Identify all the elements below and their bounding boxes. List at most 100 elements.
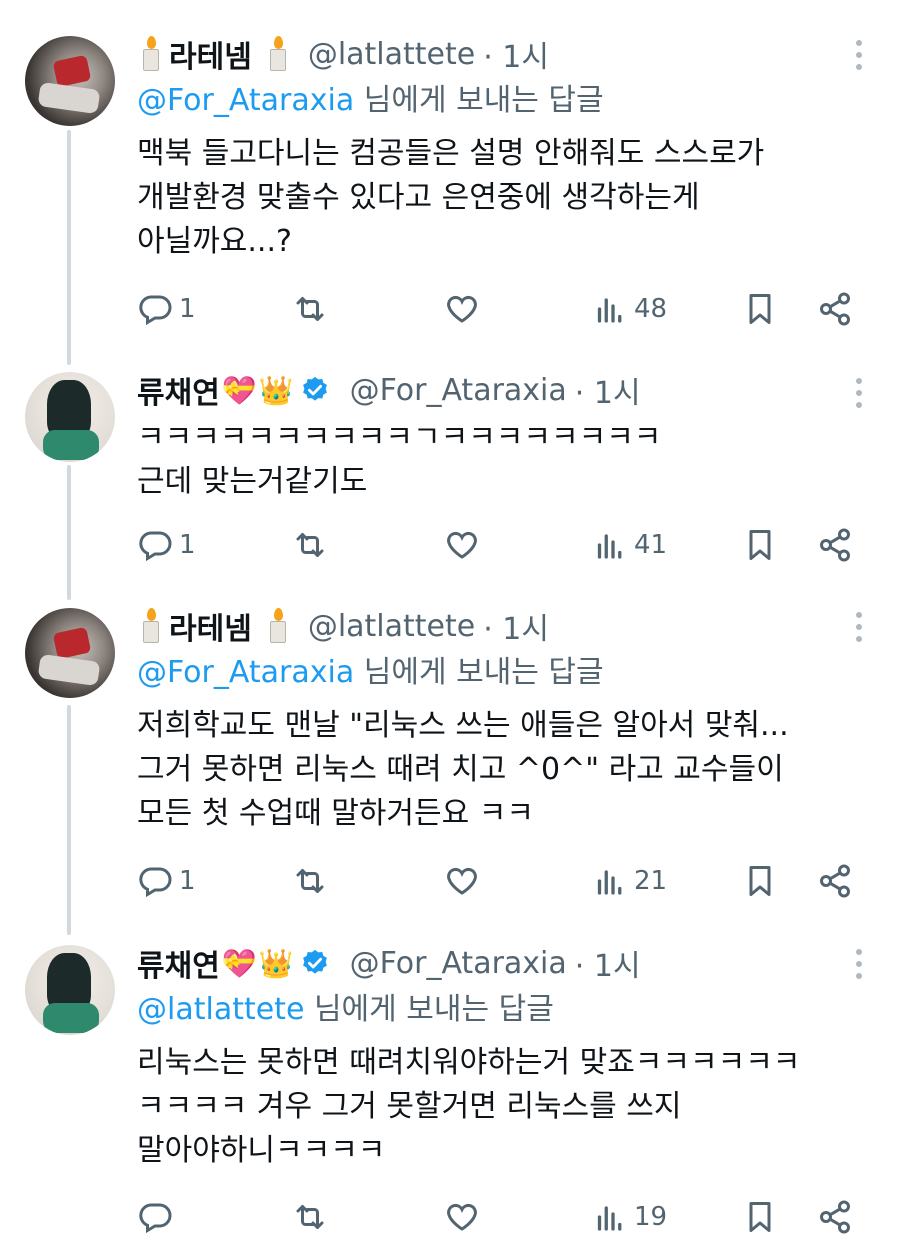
- reply-count: 1: [179, 530, 196, 560]
- tweet-text: 맥북 들고다니는 컴공들은 설명 안해줘도 스스로가 개발환경 맞출수 있다고 …: [137, 136, 765, 259]
- views-button[interactable]: 48: [592, 289, 667, 329]
- display-name[interactable]: 라테넴: [169, 32, 252, 76]
- retweet-icon: [296, 869, 324, 893]
- views-button[interactable]: 21: [592, 861, 667, 901]
- user-handle[interactable]: @latlattete: [308, 609, 475, 644]
- view-count: 41: [634, 530, 668, 560]
- replying-to-label: 님에게 보내는 답글: [354, 655, 604, 690]
- candle-emoji-icon: [266, 608, 290, 644]
- retweet-button[interactable]: [292, 289, 328, 329]
- more-icon[interactable]: [856, 612, 864, 648]
- display-name[interactable]: 류채연: [137, 941, 220, 985]
- tweet-text: 리눅스는 못하면 때려치워야하는거 맞죠ㅋㅋㅋㅋㅋㅋ ㅋㅋㅋㅋ 겨우 그거 못할…: [137, 1045, 801, 1168]
- replying-to: @For_Ataraxia 님에게 보내는 답글: [137, 78, 900, 124]
- user-handle[interactable]: @latlattete: [308, 37, 475, 72]
- bookmark-icon: [749, 866, 771, 896]
- timestamp[interactable]: · 1시: [483, 32, 549, 76]
- share-icon: [820, 528, 850, 562]
- view-count: 19: [634, 1202, 668, 1232]
- verified-badge-icon: [302, 949, 327, 974]
- timestamp[interactable]: · 1시: [575, 368, 641, 412]
- views-icon: [597, 1206, 622, 1231]
- avatar[interactable]: [25, 608, 115, 698]
- reply-button[interactable]: 1: [137, 289, 196, 329]
- more-icon[interactable]: [856, 949, 864, 985]
- heart-icon: [447, 531, 477, 559]
- heart-icon: [447, 1203, 477, 1231]
- view-count: 21: [634, 866, 668, 896]
- bookmark-button[interactable]: [742, 525, 778, 565]
- retweet-button[interactable]: [292, 1197, 328, 1237]
- heart-icon: [447, 295, 477, 323]
- candle-emoji-icon: [139, 36, 163, 72]
- views-button[interactable]: 19: [592, 1197, 667, 1237]
- retweet-icon: [296, 297, 324, 321]
- more-icon[interactable]: [856, 378, 864, 414]
- like-button[interactable]: [444, 1197, 480, 1237]
- tweet[interactable]: 류채연 💝 👑 @For_Ataraxia · 1시 ㅋㅋㅋㅋㅋㅋㅋㅋㅋㅋㄱㅋㅋ…: [0, 360, 900, 600]
- bookmark-icon: [749, 1202, 771, 1232]
- heart-gift-emoji-icon: 💝: [221, 946, 257, 980]
- share-icon: [820, 1200, 850, 1234]
- candle-emoji-icon: [139, 608, 163, 644]
- mention-link[interactable]: @For_Ataraxia: [137, 655, 354, 690]
- tweet[interactable]: 라테넴 @latlattete · 1시 @For_Ataraxia 님에게 보…: [0, 600, 900, 935]
- retweet-icon: [296, 533, 324, 557]
- user-handle[interactable]: @For_Ataraxia: [350, 946, 567, 981]
- heart-icon: [447, 867, 477, 895]
- views-icon: [597, 298, 622, 323]
- reply-icon: [139, 295, 172, 326]
- reply-count: 1: [179, 866, 196, 896]
- retweet-button[interactable]: [292, 525, 328, 565]
- more-icon[interactable]: [856, 40, 864, 76]
- views-icon: [597, 870, 622, 895]
- views-icon: [597, 534, 622, 559]
- heart-gift-emoji-icon: 💝: [221, 373, 257, 407]
- timestamp[interactable]: · 1시: [483, 604, 549, 648]
- like-button[interactable]: [444, 289, 480, 329]
- bookmark-button[interactable]: [742, 861, 778, 901]
- avatar[interactable]: [25, 36, 115, 126]
- bookmark-button[interactable]: [742, 289, 778, 329]
- user-handle[interactable]: @For_Ataraxia: [350, 373, 567, 408]
- mention-link[interactable]: @For_Ataraxia: [137, 83, 354, 118]
- replying-to-label: 님에게 보내는 답글: [304, 992, 554, 1027]
- bookmark-icon: [749, 294, 771, 324]
- share-button[interactable]: [817, 289, 853, 329]
- avatar[interactable]: [25, 372, 115, 462]
- replying-to: @For_Ataraxia 님에게 보내는 답글: [137, 650, 900, 696]
- crown-emoji-icon: 👑: [258, 946, 294, 980]
- display-name[interactable]: 류채연: [137, 368, 220, 412]
- tweet[interactable]: 류채연 💝 👑 @For_Ataraxia · 1시 @latlattete 님…: [0, 935, 900, 1256]
- verified-badge-icon: [302, 376, 327, 401]
- like-button[interactable]: [444, 861, 480, 901]
- share-button[interactable]: [817, 861, 853, 901]
- reply-button[interactable]: [137, 1197, 179, 1237]
- avatar[interactable]: [25, 945, 115, 1035]
- replying-to: @latlattete 님에게 보내는 답글: [137, 987, 900, 1033]
- retweet-icon: [296, 1205, 324, 1229]
- share-icon: [820, 864, 850, 898]
- reply-count: 1: [179, 294, 196, 324]
- reply-icon: [139, 1203, 172, 1234]
- share-button[interactable]: [817, 525, 853, 565]
- display-name[interactable]: 라테넴: [169, 604, 252, 648]
- share-icon: [820, 292, 850, 326]
- timestamp[interactable]: · 1시: [575, 941, 641, 985]
- like-button[interactable]: [444, 525, 480, 565]
- tweet-text: ㅋㅋㅋㅋㅋㅋㅋㅋㅋㅋㄱㅋㅋㅋㅋㅋㅋㅋㅋ 근데 맞는거같기도: [137, 420, 662, 499]
- candle-emoji-icon: [266, 36, 290, 72]
- tweet-text: 저희학교도 맨날 "리눅스 쓰는 애들은 알아서 맞춰... 그거 못하면 리눅…: [137, 708, 789, 831]
- retweet-button[interactable]: [292, 861, 328, 901]
- reply-button[interactable]: 1: [137, 525, 196, 565]
- tweet[interactable]: 라테넴 @latlattete · 1시 @For_Ataraxia 님에게 보…: [0, 0, 900, 360]
- reply-icon: [139, 867, 172, 898]
- reply-icon: [139, 531, 172, 562]
- views-button[interactable]: 41: [592, 525, 667, 565]
- replying-to-label: 님에게 보내는 답글: [354, 83, 604, 118]
- mention-link[interactable]: @latlattete: [137, 992, 304, 1027]
- share-button[interactable]: [817, 1197, 853, 1237]
- bookmark-button[interactable]: [742, 1197, 778, 1237]
- bookmark-icon: [749, 530, 771, 560]
- reply-button[interactable]: 1: [137, 861, 196, 901]
